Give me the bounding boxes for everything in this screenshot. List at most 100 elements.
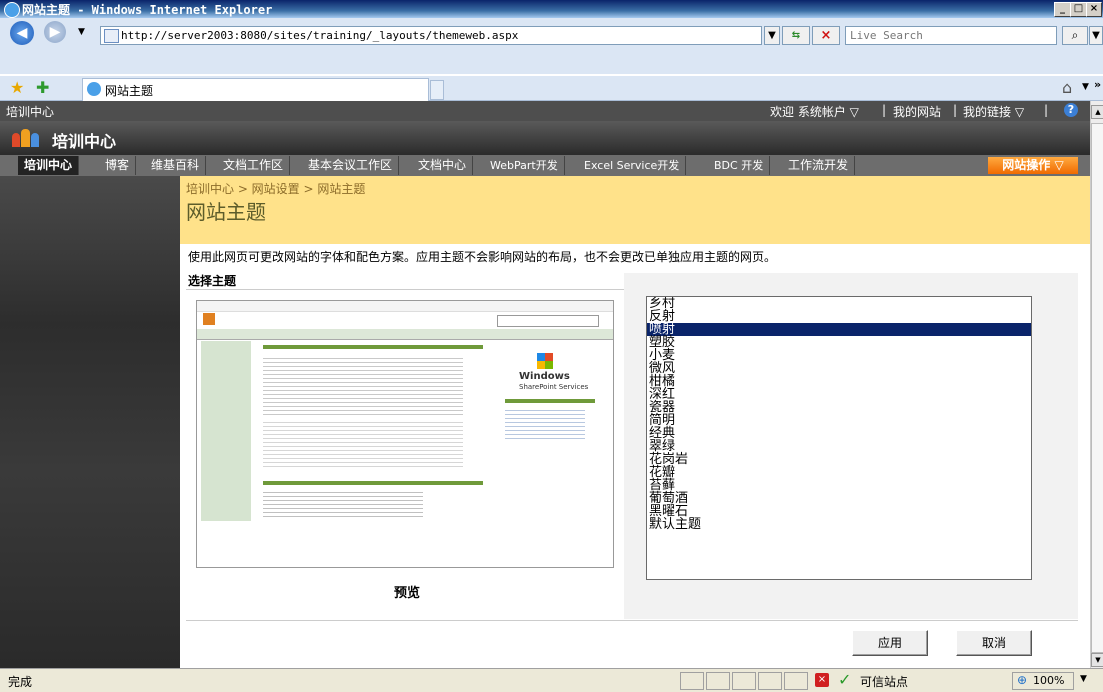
add-favorites-icon[interactable]: ✚ bbox=[36, 80, 52, 96]
scroll-down-arrow-icon[interactable]: ▼ bbox=[1091, 653, 1103, 667]
nav-item-wiki[interactable]: 维基百科 bbox=[145, 156, 207, 175]
theme-option-jet[interactable]: 喷射 bbox=[647, 323, 1031, 336]
window-title-bar[interactable]: 网站主题 - Windows Internet Explorer _ □ × bbox=[0, 0, 1103, 18]
theme-option-petal[interactable]: 花瓣 bbox=[647, 466, 1031, 479]
theme-option-granite[interactable]: 花岗岩 bbox=[647, 453, 1031, 466]
theme-option-obsidian[interactable]: 黑曜石 bbox=[647, 505, 1031, 518]
sharepoint-top-bar: 培训中心 欢迎 系统帐户 ▽ | 我的网站 | 我的链接 ▽ | ? bbox=[0, 101, 1090, 121]
breadcrumb[interactable]: 培训中心 > 网站设置 > 网站主题 bbox=[186, 180, 365, 197]
nav-item-document-center[interactable]: 文档中心 bbox=[412, 156, 474, 175]
help-icon[interactable]: ? bbox=[1064, 103, 1078, 117]
preview-calendar-lines bbox=[263, 489, 423, 519]
new-tab-button[interactable] bbox=[430, 80, 444, 100]
minimize-button[interactable]: _ bbox=[1054, 2, 1071, 17]
theme-option-crimson[interactable]: 深红 bbox=[647, 388, 1031, 401]
page-icon bbox=[104, 29, 119, 43]
maximize-button[interactable]: □ bbox=[1070, 2, 1087, 17]
theme-option-wheat[interactable]: 小麦 bbox=[647, 349, 1031, 362]
theme-option-wine[interactable]: 葡萄酒 bbox=[647, 492, 1031, 505]
preview-logo-text: Windows bbox=[519, 371, 570, 382]
theme-option-default[interactable]: 默认主题 bbox=[647, 518, 1031, 531]
address-dropdown-button[interactable]: ▼ bbox=[764, 26, 780, 45]
tab-website-theme[interactable]: 网站主题 bbox=[82, 78, 429, 101]
nav-item-excel-service-dev[interactable]: Excel Service开发 bbox=[578, 156, 687, 175]
search-input[interactable]: Live Search bbox=[845, 26, 1057, 45]
theme-option-reflection[interactable]: 反射 bbox=[647, 310, 1031, 323]
preview-search-box bbox=[497, 315, 599, 327]
search-button[interactable]: ⌕ bbox=[1062, 26, 1088, 45]
nav-item-blog[interactable]: 博客 bbox=[99, 156, 137, 175]
status-pane bbox=[732, 672, 756, 690]
preview-links-lines bbox=[505, 407, 585, 441]
nav-item-bdc-dev[interactable]: BDC 开发 bbox=[708, 156, 771, 175]
preview-label: 预览 bbox=[394, 586, 421, 601]
search-options-dropdown[interactable]: ▼ bbox=[1089, 26, 1103, 45]
nav-item-meeting-workspace[interactable]: 基本会议工作区 bbox=[302, 156, 400, 175]
theme-option-classic[interactable]: 经典 bbox=[647, 427, 1031, 440]
preview-links-header bbox=[505, 399, 595, 403]
security-zone[interactable]: 可信站点 bbox=[860, 673, 908, 690]
theme-option-citrus[interactable]: 柑橘 bbox=[647, 375, 1031, 388]
home-button[interactable]: ⌂ bbox=[1062, 78, 1072, 97]
theme-listbox[interactable]: 乡村 反射 喷射 塑胶 小麦 微风 柑橘 深红 瓷器 简明 经典 翠绿 花岗岩 … bbox=[646, 296, 1032, 580]
window-title: 网站主题 - Windows Internet Explorer bbox=[22, 3, 273, 17]
trusted-check-icon: ✓ bbox=[838, 670, 852, 689]
more-tools-icon[interactable]: » bbox=[1094, 78, 1101, 91]
theme-option-rural[interactable]: 乡村 bbox=[647, 297, 1031, 310]
my-site-link[interactable]: 我的网站 bbox=[893, 103, 941, 120]
welcome-menu[interactable]: 欢迎 系统帐户 ▽ bbox=[770, 103, 859, 120]
preview-announcement-header bbox=[263, 345, 483, 349]
theme-option-plastic[interactable]: 塑胶 bbox=[647, 336, 1031, 349]
nav-item-document-workspace[interactable]: 文档工作区 bbox=[217, 156, 291, 175]
preview-body-lines bbox=[263, 419, 463, 469]
separator: | bbox=[953, 103, 958, 117]
page-title: 网站主题 bbox=[186, 200, 266, 224]
status-pane bbox=[784, 672, 808, 690]
back-button[interactable]: ◀ bbox=[10, 21, 34, 45]
forward-button[interactable]: ▶ bbox=[44, 21, 66, 43]
status-pane bbox=[758, 672, 782, 690]
status-text: 完成 bbox=[8, 675, 33, 689]
history-dropdown[interactable]: ▼ bbox=[78, 27, 85, 37]
popup-blocked-icon[interactable]: × bbox=[815, 673, 829, 687]
scroll-up-arrow-icon[interactable]: ▲ bbox=[1091, 105, 1103, 119]
status-pane bbox=[680, 672, 704, 690]
preview-calendar-header bbox=[263, 481, 483, 485]
scroll-thumb[interactable] bbox=[1091, 123, 1103, 653]
section-divider bbox=[186, 620, 1078, 621]
site-actions-menu[interactable]: 网站操作 ▽ bbox=[988, 157, 1078, 174]
favorites-star-icon[interactable]: ★ bbox=[10, 80, 26, 96]
home-dropdown[interactable]: ▼ bbox=[1082, 82, 1089, 92]
site-title-small[interactable]: 培训中心 bbox=[6, 103, 54, 120]
theme-option-verdant[interactable]: 翠绿 bbox=[647, 440, 1031, 453]
theme-preview-image: Windows SharePoint Services bbox=[196, 300, 614, 568]
tab-label: 网站主题 bbox=[105, 84, 154, 98]
select-theme-heading: 选择主题 bbox=[188, 274, 237, 288]
page-description: 使用此网页可更改网站的字体和配色方案。应用主题不会影响网站的布局，也不会更改已单… bbox=[188, 250, 777, 264]
address-text: http://server2003:8080/sites/training/_l… bbox=[121, 29, 519, 42]
nav-item-workflow-dev[interactable]: 工作流开发 bbox=[782, 156, 856, 175]
close-button[interactable]: × bbox=[1086, 2, 1102, 17]
preview-announcement-lines bbox=[263, 355, 463, 415]
site-banner: 培训中心 bbox=[0, 121, 1090, 155]
vertical-scrollbar[interactable]: ▲ ▼ bbox=[1090, 101, 1103, 668]
preview-logo-subtext: SharePoint Services bbox=[519, 383, 589, 391]
cancel-button[interactable]: 取消 bbox=[956, 630, 1032, 656]
zoom-dropdown[interactable]: ▼ bbox=[1080, 674, 1087, 684]
address-bar[interactable]: http://server2003:8080/sites/training/_l… bbox=[100, 26, 762, 45]
ie-logo-icon bbox=[4, 2, 20, 18]
theme-option-breeze[interactable]: 微风 bbox=[647, 362, 1031, 375]
my-links-menu[interactable]: 我的链接 ▽ bbox=[963, 103, 1024, 120]
zoom-level: 100% bbox=[1033, 674, 1065, 687]
nav-item-training-center[interactable]: 培训中心 bbox=[18, 156, 80, 175]
theme-option-simple[interactable]: 简明 bbox=[647, 414, 1031, 427]
stop-button[interactable]: × bbox=[812, 26, 840, 45]
refresh-button[interactable]: ⇆ bbox=[782, 26, 810, 45]
theme-option-moss[interactable]: 苔藓 bbox=[647, 479, 1031, 492]
people-logo-icon bbox=[12, 129, 42, 149]
apply-button[interactable]: 应用 bbox=[852, 630, 928, 656]
nav-item-webpart-dev[interactable]: WebPart开发 bbox=[484, 156, 565, 175]
zoom-control[interactable]: ⊕ 100% bbox=[1012, 672, 1074, 690]
site-title[interactable]: 培训中心 bbox=[52, 128, 116, 152]
theme-option-porcelain[interactable]: 瓷器 bbox=[647, 401, 1031, 414]
